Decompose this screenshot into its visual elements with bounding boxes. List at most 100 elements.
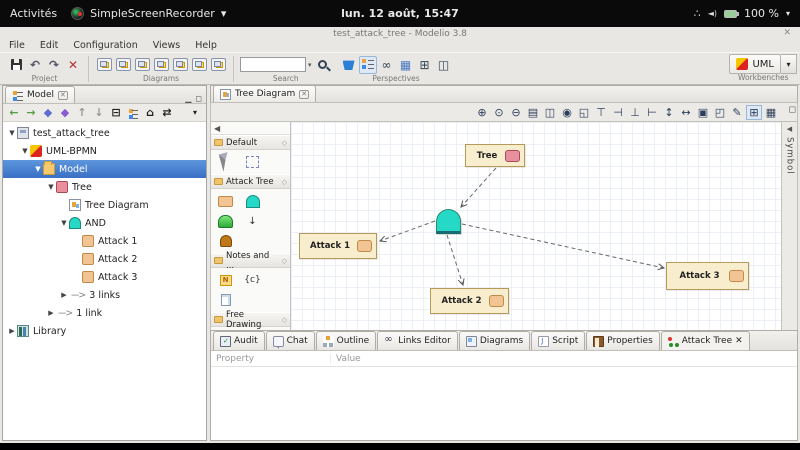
move-down-button[interactable]: ↓	[92, 106, 106, 120]
pin-icon[interactable]: ◇	[282, 178, 287, 186]
expander-icon[interactable]: ▼	[20, 147, 30, 155]
node-attack-2[interactable]: Attack 2	[430, 288, 509, 314]
expander-icon[interactable]: ▶	[46, 309, 56, 317]
node-attack-3[interactable]: Attack 3	[666, 262, 749, 290]
tab-attack-tree[interactable]: Attack Tree ✕	[661, 331, 750, 350]
expander-icon[interactable]: ▼	[59, 219, 69, 227]
tree-row-project[interactable]: ▼ test_attack_tree	[3, 124, 206, 142]
palette-collapse-button[interactable]: ◀	[211, 122, 290, 135]
format-painter-button[interactable]: ✎	[729, 105, 745, 120]
diagram-tab-close-icon[interactable]: ✕	[299, 90, 309, 99]
tab-audit[interactable]: Audit	[213, 331, 265, 350]
or-gate-tool[interactable]	[217, 213, 234, 229]
class-diagram-button[interactable]	[95, 56, 113, 74]
grid-perspective-button[interactable]: ▦	[397, 56, 415, 74]
tree-row-library[interactable]: ▶ Library	[3, 322, 206, 340]
menu-configuration[interactable]: Configuration	[73, 40, 137, 51]
workbench-selector[interactable]: UML	[729, 54, 781, 74]
tree-row-attack-2[interactable]: Attack 2	[3, 250, 206, 268]
model-perspective-button[interactable]	[359, 56, 377, 74]
property-column-header[interactable]: Property	[211, 354, 331, 364]
tab-tree-diagram[interactable]: Tree Diagram ✕	[213, 85, 316, 102]
tab-model[interactable]: Model ✕	[5, 86, 75, 103]
redo-button[interactable]: ↷	[45, 56, 63, 74]
tab-outline[interactable]: Outline	[316, 331, 377, 350]
and-gate-tool[interactable]	[244, 193, 261, 209]
print-button[interactable]: ▤	[525, 105, 541, 120]
menu-views[interactable]: Views	[153, 40, 181, 51]
clock[interactable]: lun. 12 août, 15:47	[341, 7, 459, 20]
collapse-all-button[interactable]: ⊟	[109, 106, 123, 120]
save-image-button[interactable]: ◫	[542, 105, 558, 120]
tab-links-editor[interactable]: Links Editor	[377, 331, 458, 350]
nav-back-button[interactable]: ←	[7, 106, 21, 120]
move-up-button[interactable]: ↑	[75, 106, 89, 120]
window-perspective-button[interactable]: ◫	[435, 56, 453, 74]
camera-button[interactable]: ◉	[559, 105, 575, 120]
note-tool[interactable]: N	[217, 272, 234, 288]
expander-icon[interactable]: ▶	[59, 291, 69, 299]
matrix-button[interactable]	[209, 56, 227, 74]
activities-button[interactable]: Activités	[10, 7, 57, 20]
diagram-canvas[interactable]: Tree Attack 1 Attack 2 Attack 3	[291, 122, 781, 330]
tab-properties[interactable]: Properties	[586, 331, 659, 350]
document-tool[interactable]	[217, 292, 234, 308]
view-menu-icon[interactable]: ▾	[188, 106, 202, 120]
tree-row-tree-diagram[interactable]: Tree Diagram	[3, 196, 206, 214]
show-hierarchy-button[interactable]	[126, 106, 140, 120]
expander-icon[interactable]: ▼	[7, 129, 17, 137]
palette-group-attack-tree[interactable]: Attack Tree ◇	[211, 174, 290, 189]
tab-chat[interactable]: Chat	[266, 331, 315, 350]
nav-next-selection-button[interactable]: ◆	[58, 106, 72, 120]
distribute-h-button[interactable]: ↔	[678, 105, 694, 120]
link-tree-to-and[interactable]	[461, 168, 496, 207]
tree-row-uml-bpmn[interactable]: ▼ UML-BPMN	[3, 142, 206, 160]
node-and-gate[interactable]	[436, 209, 461, 234]
node-attack-1[interactable]: Attack 1	[299, 233, 377, 259]
link-and-to-attack1[interactable]	[380, 221, 435, 241]
marquee-tool[interactable]	[244, 154, 261, 170]
undo-button[interactable]: ↶	[26, 56, 44, 74]
pin-icon[interactable]: ◇	[282, 257, 287, 265]
tree-row-1-link[interactable]: ▶ ---> 1 link	[3, 304, 206, 322]
model-tab-close-icon[interactable]: ✕	[58, 91, 68, 100]
nav-previous-selection-button[interactable]: ◆	[41, 106, 55, 120]
tab-script[interactable]: Script	[531, 331, 585, 350]
distribute-v-button[interactable]: ↕	[661, 105, 677, 120]
home-button[interactable]: ⌂	[143, 106, 157, 120]
palette-group-notes[interactable]: Notes and ... ◇	[211, 253, 290, 268]
zoom-area-button[interactable]: ◱	[576, 105, 592, 120]
expander-icon[interactable]: ▼	[46, 183, 56, 191]
auto-layout-button[interactable]: ▦	[763, 105, 779, 120]
workbench-dropdown-icon[interactable]: ▾	[781, 54, 797, 74]
deployment-diagram-button[interactable]	[152, 56, 170, 74]
zoom-in-button[interactable]: ⊕	[474, 105, 490, 120]
search-dropdown-icon[interactable]: ▾	[308, 61, 312, 69]
activity-diagram-button[interactable]	[171, 56, 189, 74]
editor-maximize-icon[interactable]: ◻	[789, 105, 796, 115]
same-size-button[interactable]: ▣	[695, 105, 711, 120]
sequence-diagram-button[interactable]	[190, 56, 208, 74]
operator-tool[interactable]	[217, 233, 234, 249]
property-table-body[interactable]	[211, 367, 797, 440]
sync-selection-button[interactable]: ⇄	[160, 106, 174, 120]
tree-row-model[interactable]: ▼ Model	[3, 160, 206, 178]
zoom-actual-button[interactable]: ⊙	[491, 105, 507, 120]
align-left-button[interactable]: ⊣	[610, 105, 626, 120]
expander-icon[interactable]: ▼	[33, 165, 43, 173]
align-right-button[interactable]: ⊢	[644, 105, 660, 120]
config-perspective-button[interactable]: ⊞	[416, 56, 434, 74]
zoom-out-button[interactable]: ⊖	[508, 105, 524, 120]
panel-minimize-icon[interactable]: ▁	[185, 94, 191, 103]
align-top-button[interactable]: ⊤	[593, 105, 609, 120]
select-tool[interactable]	[217, 154, 234, 170]
attack-node-tool[interactable]	[217, 193, 234, 209]
symbol-expand-icon[interactable]: ◀	[787, 125, 792, 133]
tree-row-3-links[interactable]: ▶ ---> 3 links	[3, 286, 206, 304]
menu-help[interactable]: Help	[195, 40, 217, 51]
symbol-tab[interactable]: Symbol	[785, 137, 795, 175]
save-button[interactable]	[7, 56, 25, 74]
window-close-icon[interactable]: ✕	[783, 28, 791, 38]
tools-button[interactable]: ✕	[64, 56, 82, 74]
palette-group-free-drawing[interactable]: Free Drawing ◇	[211, 312, 290, 327]
